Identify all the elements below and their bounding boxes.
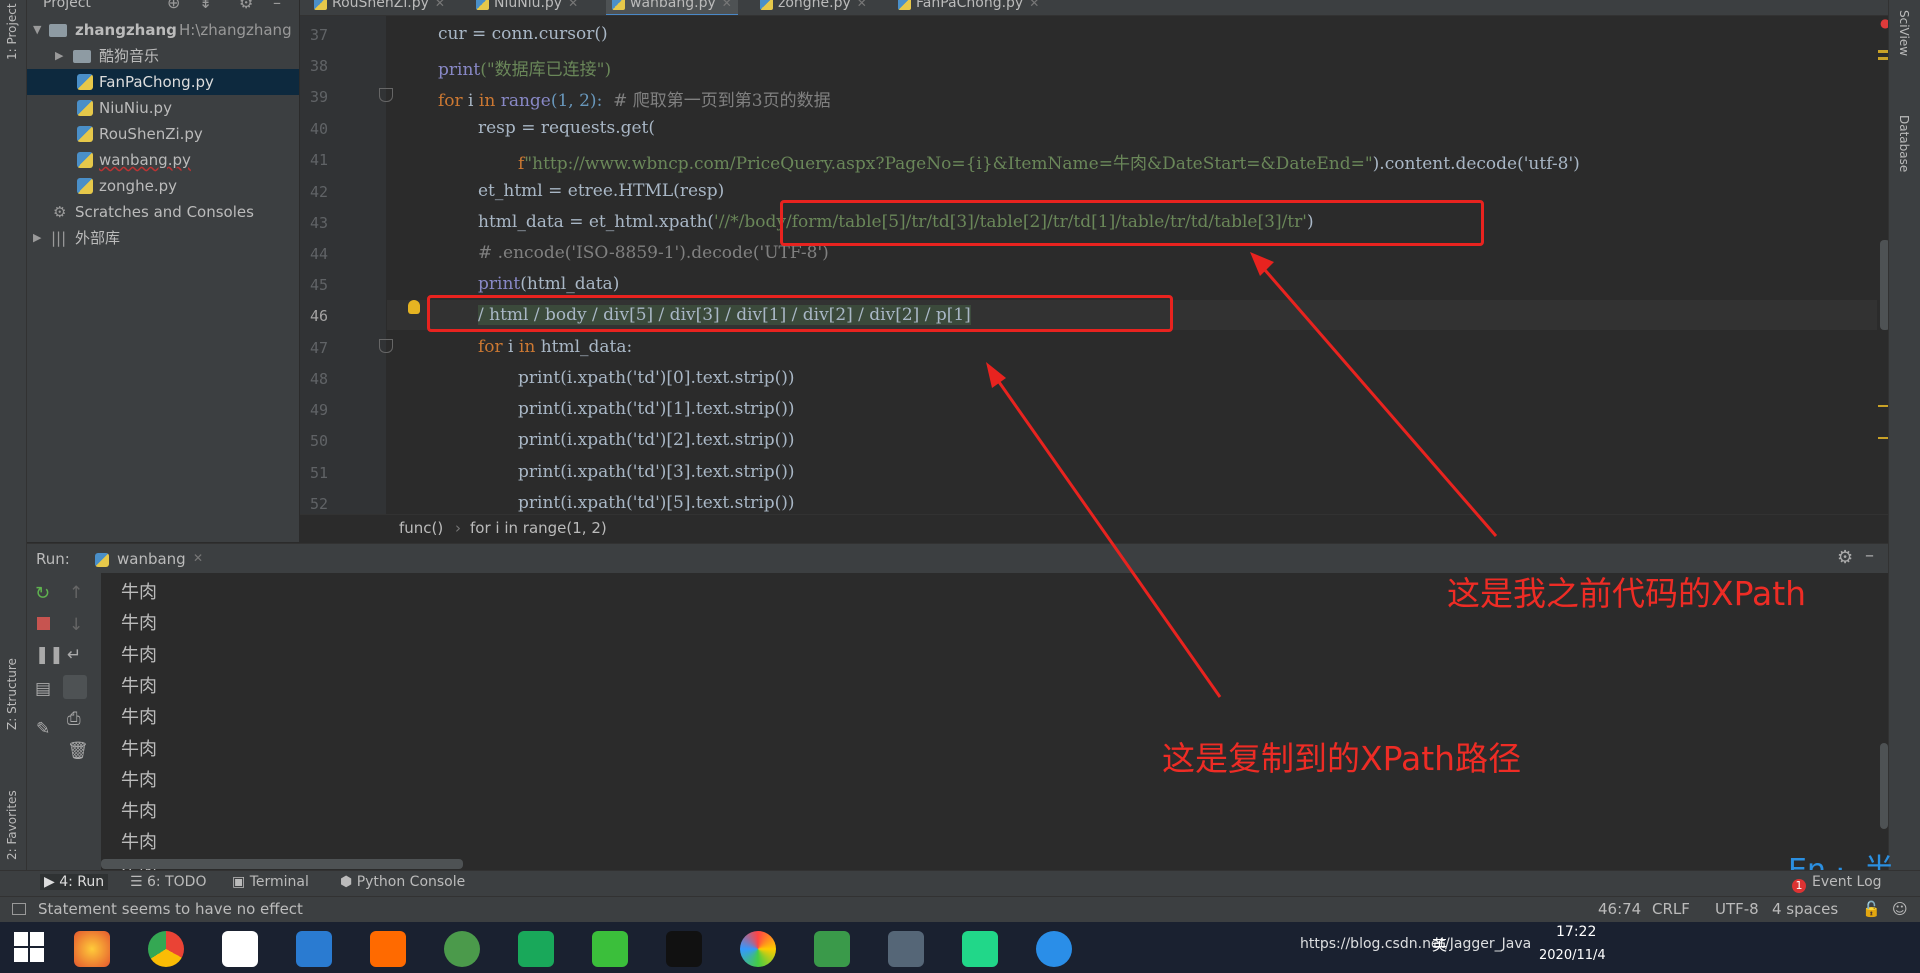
arrow-line-top <box>1256 261 1498 537</box>
annotation-arrows <box>986 252 1498 698</box>
annotation-copied-xpath: 这是复制到的XPath路径 <box>1162 739 1522 778</box>
annotation-original-xpath: 这是我之前代码的XPath <box>1447 574 1807 613</box>
arrow-line-bottom <box>990 371 1222 698</box>
arrow-head-bottom <box>986 362 1006 388</box>
arrow-head-top <box>1250 252 1274 276</box>
